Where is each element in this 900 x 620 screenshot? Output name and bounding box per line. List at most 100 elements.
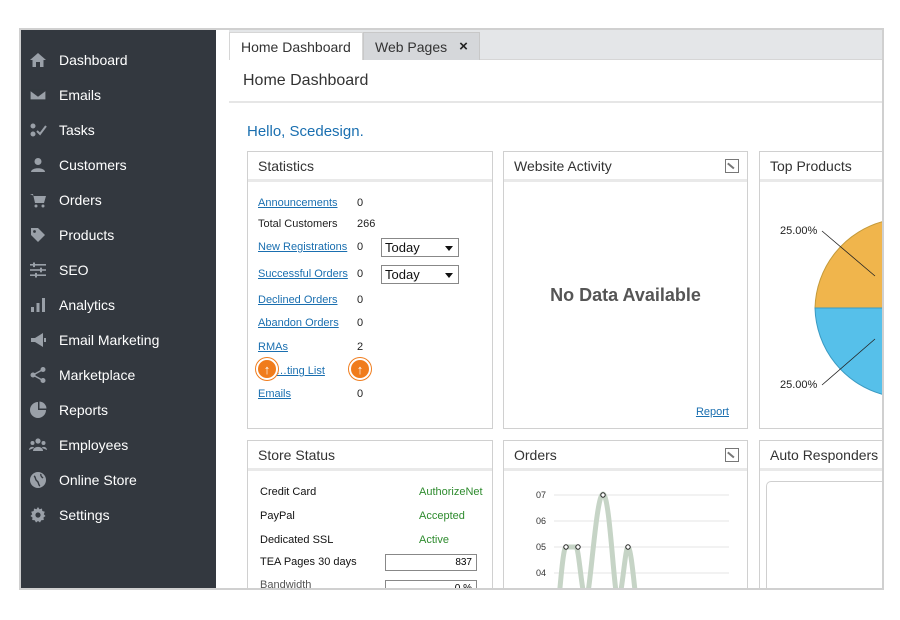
top-products-pie: 25.00% 25.00% (780, 221, 882, 395)
page-header: Home Dashboard (229, 60, 882, 103)
tab-home-dashboard[interactable]: Home Dashboard (229, 32, 363, 60)
greeting: Hello, Scedesign. (247, 123, 364, 140)
gear-icon (27, 505, 49, 525)
sidebar-item-emails[interactable]: Emails (21, 77, 216, 112)
share-icon (27, 365, 49, 385)
sidebar-item-label: Customers (59, 156, 127, 173)
close-icon[interactable]: × (459, 38, 468, 55)
orders-period-select[interactable]: Today (381, 265, 459, 284)
arrow-up-icon[interactable]: ↑ (256, 358, 278, 380)
select-value: Today (385, 240, 420, 255)
sidebar-item-label: Analytics (59, 296, 116, 313)
sidebar-item-label: Products (59, 226, 115, 243)
envelope-icon (27, 85, 49, 105)
sidebar-item-label: Dashboard (59, 51, 128, 68)
sidebar-item-email-marketing[interactable]: Email Marketing (21, 322, 216, 357)
arrow-up-icon[interactable]: ↑ (349, 358, 371, 380)
ssl-value: Active (419, 534, 449, 546)
panel-title: Orders (504, 441, 747, 471)
orders-panel: Orders 07 06 05 04 (503, 440, 748, 588)
bar-chart-icon (27, 295, 49, 315)
sidebar-item-settings[interactable]: Settings (21, 497, 216, 532)
panel-title: Top Products (760, 152, 882, 182)
sidebar-item-customers[interactable]: Customers (21, 147, 216, 182)
expand-icon[interactable] (725, 159, 739, 173)
sidebar-item-marketplace[interactable]: Marketplace (21, 357, 216, 392)
emails-link[interactable]: Emails (258, 388, 291, 400)
tea-pages-value: 837 (385, 554, 477, 571)
y-tick-label: 05 (536, 542, 546, 552)
orders-series-line (557, 491, 638, 588)
successful-orders-value: 0 (357, 268, 364, 280)
sidebar-item-label: SEO (59, 261, 89, 278)
sidebar-item-label: Marketplace (59, 366, 136, 383)
sidebar: Dashboard Emails Tasks Customers Orders … (21, 30, 216, 588)
sidebar-item-label: Settings (59, 506, 110, 523)
registrations-period-select[interactable]: Today (381, 238, 459, 257)
website-activity-panel: Website Activity No Data Available Repor… (503, 151, 748, 429)
sidebar-item-label: Tasks (59, 121, 95, 138)
sidebar-item-products[interactable]: Products (21, 217, 216, 252)
app-window: Dashboard Emails Tasks Customers Orders … (19, 28, 884, 590)
sidebar-item-reports[interactable]: Reports (21, 392, 216, 427)
panel-title: Website Activity (504, 152, 747, 182)
data-point (563, 544, 569, 550)
data-point (575, 544, 581, 550)
store-status-panel: Store Status Credit Card AuthorizeNet Pa… (247, 440, 493, 588)
chevron-down-icon (445, 246, 453, 251)
sidebar-item-analytics[interactable]: Analytics (21, 287, 216, 322)
sidebar-item-online-store[interactable]: Online Store (21, 462, 216, 497)
sliders-icon (27, 260, 49, 280)
abandon-orders-link[interactable]: Abandon Orders (258, 317, 339, 329)
expand-icon[interactable] (725, 448, 739, 462)
data-point (600, 492, 606, 498)
tab-label: Home Dashboard (241, 38, 351, 55)
report-link[interactable]: Report (696, 406, 729, 418)
sidebar-item-orders[interactable]: Orders (21, 182, 216, 217)
empty-message: No Data Available (550, 285, 701, 305)
panel-title: Statistics (248, 152, 492, 182)
announcements-link[interactable]: Announcements (258, 197, 338, 209)
new-registrations-link[interactable]: New Registrations (258, 241, 347, 253)
sidebar-item-seo[interactable]: SEO (21, 252, 216, 287)
home-icon (27, 50, 49, 70)
tab-bar: Home Dashboard Web Pages × (229, 30, 882, 60)
rmas-value: 2 (357, 341, 364, 353)
data-point (625, 544, 631, 550)
paypal-value: Accepted (419, 510, 465, 522)
ssl-label: Dedicated SSL (260, 534, 334, 546)
sidebar-item-tasks[interactable]: Tasks (21, 112, 216, 147)
cart-icon (27, 190, 49, 210)
declined-orders-link[interactable]: Declined Orders (258, 294, 337, 306)
auto-responders-box (766, 481, 882, 588)
sidebar-item-label: Emails (59, 86, 102, 103)
group-icon (27, 435, 49, 455)
rmas-link[interactable]: RMAs (258, 341, 288, 353)
total-customers-value: 266 (357, 218, 376, 230)
tab-web-pages[interactable]: Web Pages × (363, 32, 480, 60)
declined-orders-value: 0 (357, 294, 364, 306)
top-products-panel: Top Products 25.00% 25.00% (759, 151, 882, 429)
emails-value: 0 (357, 388, 364, 400)
waiting-list-link[interactable]: …ting List (276, 365, 325, 377)
y-tick-label: 07 (536, 490, 546, 500)
sidebar-item-employees[interactable]: Employees (21, 427, 216, 462)
tab-label: Web Pages (375, 38, 448, 55)
orders-chart: 07 06 05 04 (536, 490, 729, 588)
announcements-value: 0 (357, 197, 364, 209)
bandwidth-value: 0 % (385, 580, 477, 588)
sidebar-item-dashboard[interactable]: Dashboard (21, 42, 216, 77)
sidebar-item-label: Email Marketing (59, 331, 160, 348)
statistics-panel: Statistics Announcements 0 Total Custome… (247, 151, 493, 429)
tag-icon (27, 225, 49, 245)
total-customers-label: Total Customers (258, 218, 338, 230)
main-content: Home Dashboard Web Pages × Home Dashboar… (229, 30, 882, 588)
y-tick-label: 06 (536, 516, 546, 526)
pie-icon (27, 400, 49, 420)
select-value: Today (385, 267, 420, 282)
tasks-icon (27, 120, 49, 140)
new-registrations-value: 0 (357, 241, 364, 253)
sidebar-item-label: Reports (59, 401, 109, 418)
panel-title: Store Status (248, 441, 492, 471)
successful-orders-link[interactable]: Successful Orders (258, 268, 348, 280)
